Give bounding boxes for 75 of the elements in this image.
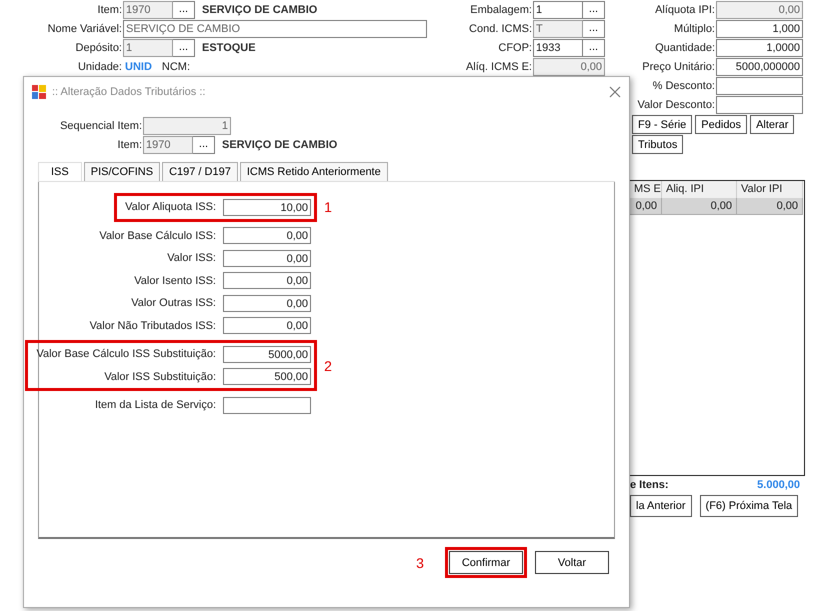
field-label: Item da Lista de Serviço: bbox=[94, 399, 217, 412]
input-field[interactable]: 1933 bbox=[533, 38, 583, 56]
input-field[interactable]: 5000,00 bbox=[223, 346, 311, 363]
field-label: Alíq. ICMS E: bbox=[464, 60, 533, 72]
field-label: Valor Isento ISS: bbox=[134, 274, 217, 287]
field-label: Quantidade: bbox=[654, 42, 716, 54]
field-label: Item: bbox=[116, 138, 143, 150]
unit-value: UNID bbox=[125, 60, 152, 72]
input-field[interactable] bbox=[716, 96, 803, 114]
input-field[interactable]: 0,00 bbox=[223, 250, 311, 267]
input-field[interactable] bbox=[716, 76, 803, 94]
field-label: Preço Unitário: bbox=[641, 60, 716, 72]
action-button[interactable]: Alterar bbox=[750, 115, 794, 134]
total-label: e Itens: bbox=[630, 479, 669, 491]
field-label: Alíquota IPI: bbox=[654, 4, 716, 16]
tab[interactable]: PIS/COFINS bbox=[84, 162, 160, 181]
dialog-button[interactable]: Voltar bbox=[535, 551, 609, 574]
nav-button[interactable]: la Anterior bbox=[630, 495, 692, 517]
callout-number: 1 bbox=[323, 199, 333, 216]
field-label: Valor ISS: bbox=[167, 252, 217, 264]
close-icon[interactable] bbox=[609, 86, 621, 98]
field-label: Valor Base Cálculo ISS: bbox=[99, 230, 217, 242]
tab[interactable]: ISS bbox=[38, 162, 82, 181]
table-cell: 0,00 bbox=[662, 198, 737, 215]
total-value: 5.000,00 bbox=[757, 479, 800, 491]
dialog-button[interactable]: Confirmar bbox=[449, 551, 523, 574]
field-label: CFOP: bbox=[497, 42, 533, 54]
action-button[interactable]: F9 - Série bbox=[632, 115, 692, 134]
field-label: Valor Outras ISS: bbox=[131, 297, 217, 310]
field-label: Valor Aliquota ISS: bbox=[125, 201, 217, 214]
tab[interactable]: C197 / D197 bbox=[162, 162, 238, 181]
input-field[interactable]: SERVIÇO DE CAMBIO bbox=[123, 20, 427, 38]
field-label: Valor Base Cálculo ISS Substituição: bbox=[36, 348, 217, 360]
field-label: Múltiplo: bbox=[673, 22, 716, 34]
tab[interactable]: ICMS Retido Anteriormente bbox=[240, 162, 388, 181]
nav-button[interactable]: (F6) Próxima Tela bbox=[700, 495, 798, 517]
field-label: Valor ISS Substituição: bbox=[104, 370, 217, 383]
lookup-button[interactable]: ... bbox=[583, 38, 605, 56]
table-cell: 0,00 bbox=[630, 198, 662, 215]
input-field[interactable]: 0,00 bbox=[223, 272, 311, 290]
input-field[interactable]: 1 bbox=[533, 0, 583, 18]
field-label: Embalagem: bbox=[469, 4, 533, 16]
lookup-button[interactable]: ... bbox=[583, 0, 605, 18]
action-button[interactable]: Tributos bbox=[632, 135, 684, 154]
field-label: Item: bbox=[96, 4, 123, 16]
callout-number: 2 bbox=[323, 358, 333, 374]
input-field[interactable]: 1,000 bbox=[716, 20, 803, 38]
app-icon bbox=[32, 85, 46, 99]
dialog-title: :: Alteração Dados Tributários :: bbox=[52, 86, 206, 98]
input-field[interactable]: 5000,000000 bbox=[716, 58, 803, 76]
field-label: Cond. ICMS: bbox=[468, 22, 533, 34]
action-button[interactable]: Pedidos bbox=[695, 115, 748, 134]
field-label: Unidade: bbox=[76, 60, 123, 72]
field-label: Valor Não Tributados ISS: bbox=[90, 320, 217, 332]
input-field[interactable]: 0,00 bbox=[223, 227, 311, 244]
input-field[interactable]: 1,0000 bbox=[716, 38, 803, 56]
input-field[interactable] bbox=[223, 396, 311, 414]
field-label: Valor Desconto: bbox=[636, 98, 716, 110]
table-cell: 0,00 bbox=[737, 198, 803, 215]
item-caption: SERVIÇO DE CAMBIO bbox=[222, 138, 338, 150]
input-field[interactable]: 10,00 bbox=[223, 198, 311, 216]
column-header: Aliq. IPI bbox=[662, 181, 737, 198]
callout-number: 3 bbox=[415, 554, 425, 570]
item-caption: ESTOQUE bbox=[202, 42, 256, 54]
input-field[interactable]: 0,00 bbox=[223, 294, 311, 312]
field-label: NCM: bbox=[162, 60, 190, 72]
field-label: Nome Variável: bbox=[46, 22, 123, 34]
input-field[interactable]: 500,00 bbox=[223, 368, 311, 386]
field-label: Depósito: bbox=[74, 42, 123, 54]
column-header: Valor IPI bbox=[737, 181, 803, 198]
item-caption: SERVIÇO DE CAMBIO bbox=[202, 4, 318, 16]
column-header: MS E bbox=[630, 181, 662, 198]
input-field[interactable]: 0,00 bbox=[223, 317, 311, 334]
field-label: % Desconto: bbox=[652, 80, 716, 92]
field-label: Sequencial Item: bbox=[59, 120, 143, 132]
